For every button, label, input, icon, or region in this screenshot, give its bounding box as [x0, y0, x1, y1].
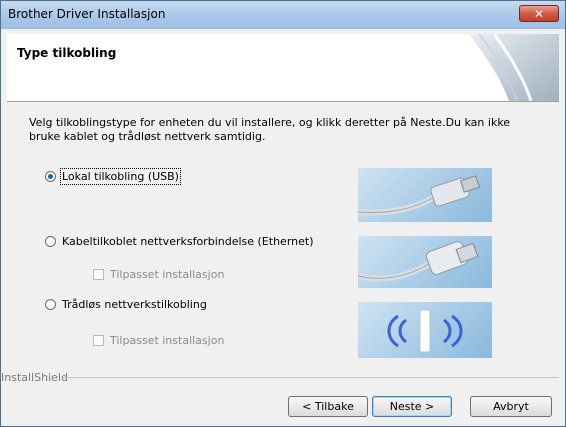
footer-divider	[63, 377, 559, 378]
radio-wireless[interactable]: Trådløs nettverkstilkobling	[45, 298, 207, 311]
checkbox-wireless-custom[interactable]: Tilpasset installasjon	[93, 334, 224, 347]
content-area: Velg tilkoblingstype for enheten du vil …	[7, 102, 559, 370]
radio-usb-label[interactable]: Lokal tilkobling (USB)	[60, 168, 181, 185]
radio-usb[interactable]: Lokal tilkobling (USB)	[45, 168, 181, 185]
close-button[interactable]: ✕	[519, 5, 559, 22]
installer-window: Brother Driver Installasjon ✕ Type tilko…	[0, 0, 566, 427]
ethernet-cable-image	[358, 236, 492, 288]
next-button[interactable]: Neste >	[372, 396, 452, 417]
page-title: Type tilkobling	[17, 46, 117, 60]
instruction-text: Velg tilkoblingstype for enheten du vil …	[29, 116, 511, 143]
radio-unselected-icon[interactable]	[45, 299, 56, 310]
header-swoosh-graphic	[469, 34, 559, 101]
back-button[interactable]: < Tilbake	[288, 396, 368, 417]
checkbox-icon[interactable]	[93, 269, 104, 280]
checkbox-ethernet-custom[interactable]: Tilpasset installasjon	[93, 268, 224, 281]
header-panel: Type tilkobling	[7, 34, 559, 102]
radio-wireless-label[interactable]: Trådløs nettverkstilkobling	[62, 298, 207, 311]
usb-cable-image	[358, 168, 492, 222]
radio-ethernet[interactable]: Kabeltilkoblet nettverksforbindelse (Eth…	[45, 235, 314, 248]
ethernet-cable-icon	[358, 241, 479, 282]
wireless-router-image	[358, 302, 492, 358]
cancel-button[interactable]: Avbryt	[470, 396, 552, 417]
radio-ethernet-label[interactable]: Kabeltilkoblet nettverksforbindelse (Eth…	[62, 235, 314, 248]
installshield-label: InstallShield	[1, 371, 72, 384]
checkbox-ethernet-custom-label[interactable]: Tilpasset installasjon	[110, 268, 224, 281]
radio-selected-icon[interactable]	[45, 171, 56, 182]
wireless-router-icon	[387, 309, 463, 353]
window-title: Brother Driver Installasjon	[8, 7, 166, 21]
checkbox-wireless-custom-label[interactable]: Tilpasset installasjon	[110, 334, 224, 347]
checkbox-icon[interactable]	[93, 335, 104, 346]
radio-unselected-icon[interactable]	[45, 236, 56, 247]
title-bar[interactable]: Brother Driver Installasjon ✕	[1, 1, 565, 29]
usb-cable-icon	[358, 175, 481, 216]
